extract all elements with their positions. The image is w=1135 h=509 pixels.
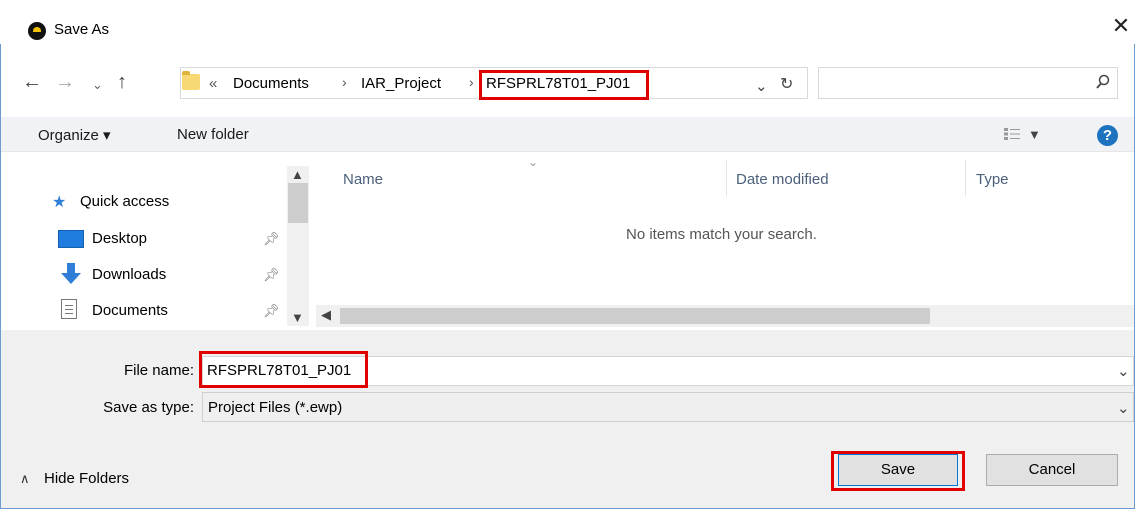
folder-icon	[182, 71, 200, 90]
sort-chevron-icon: ⌄	[528, 155, 539, 169]
sidebar-item-documents[interactable]: Documents	[92, 302, 168, 319]
column-header-name[interactable]: Name	[343, 171, 383, 188]
close-button[interactable]: ✕	[1108, 13, 1134, 39]
sidebar-scroll-thumb[interactable]	[288, 183, 308, 223]
breadcrumb-documents[interactable]: Documents	[233, 75, 309, 92]
up-arrow-icon[interactable]: ↑	[117, 72, 127, 92]
breadcrumb-iar-project[interactable]: IAR_Project	[361, 75, 441, 92]
recent-locations-chevron-icon[interactable]: ⌄	[92, 75, 103, 95]
sidebar-item-downloads[interactable]: Downloads	[92, 266, 166, 283]
app-logo-icon	[28, 22, 46, 40]
save-type-dropdown-icon[interactable]: ⌄	[1117, 399, 1130, 417]
column-header-date-modified[interactable]: Date modified	[736, 171, 829, 188]
column-divider[interactable]	[965, 160, 966, 196]
file-name-dropdown-icon[interactable]: ⌄	[1117, 362, 1130, 380]
title-bar	[0, 0, 1135, 44]
collapse-chevron-icon[interactable]: ∧	[20, 471, 30, 487]
file-list-scroll-thumb[interactable]	[340, 308, 930, 324]
pin-icon: 📌︎	[263, 303, 280, 318]
sidebar-item-desktop[interactable]: Desktop	[92, 230, 147, 247]
search-input[interactable]	[818, 67, 1118, 99]
organize-menu[interactable]: Organize ▾	[38, 126, 111, 144]
scroll-left-icon[interactable]: ◀	[321, 307, 331, 323]
save-type-label: Save as type:	[103, 399, 194, 416]
search-icon[interactable]	[1095, 74, 1111, 90]
document-icon	[61, 299, 77, 319]
sidebar-item-quick-access[interactable]: Quick access	[80, 193, 169, 210]
star-icon: ★	[52, 194, 67, 211]
scroll-down-icon[interactable]: ▼	[291, 310, 304, 325]
breadcrumb-separator-icon[interactable]: ›	[469, 74, 474, 90]
save-type-value[interactable]: Project Files (*.ewp)	[208, 399, 342, 416]
command-bar	[1, 117, 1134, 152]
cancel-button[interactable]: Cancel	[986, 454, 1118, 486]
column-divider[interactable]	[726, 160, 727, 196]
forward-arrow-icon[interactable]: →	[55, 72, 75, 92]
breadcrumb-current-folder[interactable]: RFSPRL78T01_PJ01	[486, 75, 630, 92]
view-options-icon[interactable]	[1003, 127, 1021, 141]
breadcrumb-overflow[interactable]: «	[209, 75, 217, 92]
column-header-type[interactable]: Type	[976, 171, 1009, 188]
scroll-up-icon[interactable]: ▲	[291, 167, 304, 182]
view-dropdown-icon[interactable]: ▼	[1028, 127, 1041, 142]
hide-folders-button[interactable]: Hide Folders	[44, 470, 129, 487]
save-button[interactable]: Save	[838, 454, 958, 486]
breadcrumb-separator-icon[interactable]: ›	[342, 74, 347, 90]
pin-icon: 📌︎	[263, 231, 280, 246]
desktop-icon	[58, 230, 84, 248]
pin-icon: 📌︎	[263, 267, 280, 282]
address-dropdown-icon[interactable]: ⌄	[755, 77, 768, 95]
file-name-value[interactable]: RFSPRL78T01_PJ01	[207, 362, 351, 379]
file-name-label: File name:	[123, 362, 194, 379]
empty-list-message: No items match your search.	[626, 226, 817, 243]
download-arrow-icon	[58, 262, 84, 286]
refresh-icon[interactable]: ↻	[780, 74, 793, 94]
new-folder-button[interactable]: New folder	[177, 126, 249, 143]
help-button[interactable]: ?	[1097, 125, 1118, 146]
window-title: Save As	[54, 21, 110, 38]
back-arrow-icon[interactable]: ←	[22, 72, 42, 92]
